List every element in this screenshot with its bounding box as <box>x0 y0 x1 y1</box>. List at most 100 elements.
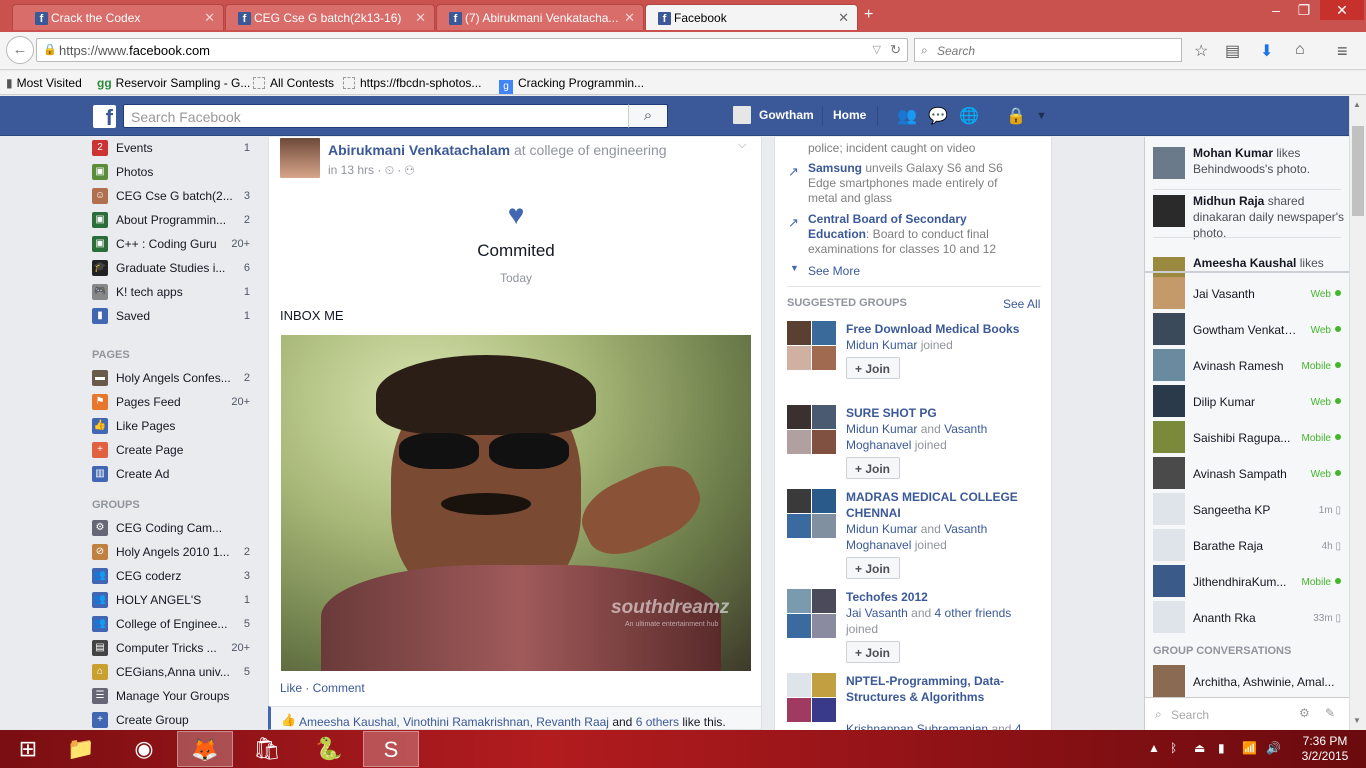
post-actions[interactable]: Like · Comment <box>280 681 365 695</box>
file-explorer-icon[interactable]: 📁 <box>53 731 109 767</box>
close-tab-icon[interactable]: ✕ <box>838 10 849 26</box>
skype-icon[interactable]: S <box>363 731 419 767</box>
group-conversation-item[interactable]: Architha, Ashwinie, Amal... <box>1153 665 1343 699</box>
firefox-icon[interactable]: 🦊 <box>177 731 233 767</box>
left-nav-group[interactable]: 👥 College of Enginee... 5 <box>88 613 254 633</box>
bookmark-all-contests[interactable]: All Contests <box>253 76 334 90</box>
system-clock[interactable]: 7:36 PM 3/2/2015 <box>1290 734 1360 764</box>
reload-icon[interactable]: ↻ <box>890 42 901 58</box>
post-photo[interactable]: southdreamz An ultimate entertainment hu… <box>281 335 751 671</box>
left-nav-page[interactable]: ▥ Create Ad <box>88 463 254 483</box>
restore-icon[interactable]: ❐ <box>1290 2 1318 19</box>
left-nav-group[interactable]: + Create Group <box>88 709 254 729</box>
bookmark-fbcdn[interactable]: https://fbcdn-sphotos... <box>343 76 481 90</box>
chat-friend[interactable]: Sangeetha KP 1m ▯ <box>1153 493 1343 527</box>
scroll-up-arrow-icon[interactable]: ▲ <box>1353 100 1361 109</box>
group-name-link[interactable]: Techofes 2012 <box>846 589 1036 605</box>
group-member-thumbnails[interactable] <box>787 321 837 371</box>
window-close-button[interactable]: ✕ <box>1320 0 1364 20</box>
left-nav-group[interactable]: 👥 HOLY ANGEL'S 1 <box>88 589 254 609</box>
friend-link[interactable]: 4 other friends <box>935 606 1012 620</box>
friend-link[interactable]: Midun Kumar <box>846 422 917 436</box>
volume-icon[interactable]: 🔊 <box>1266 741 1281 755</box>
left-nav-item[interactable]: ▮ Saved 1 <box>88 305 254 325</box>
left-nav-page[interactable]: 👍 Like Pages <box>88 415 254 435</box>
python-icon[interactable]: 🐍 <box>301 731 357 767</box>
group-member-thumbnails[interactable] <box>787 589 837 639</box>
likers-links[interactable]: Ameesha Kaushal, Vinothini Ramakrishnan,… <box>299 715 609 729</box>
group-member-thumbnails[interactable] <box>787 489 837 539</box>
scrollbar-thumb[interactable] <box>1352 126 1364 216</box>
browser-search-input[interactable]: ⌕ Search <box>914 38 1182 62</box>
group-member-thumbnails[interactable] <box>787 405 837 455</box>
bookmark-reservoir-sampling[interactable]: ɡɡ Reservoir Sampling - G... <box>97 76 250 90</box>
notifications-globe-icon[interactable]: 🌐 <box>959 106 979 126</box>
store-icon[interactable]: 🛍 <box>239 731 295 767</box>
battery-icon[interactable]: ▮ <box>1218 741 1225 755</box>
chat-friend[interactable]: Avinash Ramesh Mobile <box>1153 349 1343 383</box>
left-nav-group[interactable]: ⚙ CEG Coding Cam... <box>88 517 254 537</box>
account-menu-icon[interactable]: ▼ <box>1036 110 1047 122</box>
group-name-link[interactable]: MADRAS MEDICAL COLLEGE CHENNAI <box>846 489 1036 521</box>
close-tab-icon[interactable]: ✕ <box>415 10 426 26</box>
user-avatar-icon[interactable] <box>733 106 751 124</box>
back-button[interactable]: ← <box>6 36 34 64</box>
bookmark-star-icon[interactable]: ☆ <box>1194 41 1208 61</box>
messages-icon[interactable]: 💬 <box>928 106 948 126</box>
left-nav-item[interactable]: 🎓 Graduate Studies i... 6 <box>88 257 254 277</box>
friend-link[interactable]: 4 <box>1015 722 1022 730</box>
browser-tab[interactable]: f CEG Cse G batch(2k13-16) ✕ <box>225 4 435 30</box>
bluetooth-icon[interactable]: ᛒ <box>1170 741 1177 755</box>
friend-link[interactable]: Midun Kumar <box>846 522 917 536</box>
chat-friend[interactable]: JithendhiraKum... Mobile <box>1153 565 1343 599</box>
group-name-link[interactable]: Free Download Medical Books <box>846 321 1036 337</box>
group-member-thumbnails[interactable] <box>787 673 837 723</box>
new-tab-button[interactable]: + <box>864 6 873 24</box>
browser-tab[interactable]: f Crack the Codex ✕ <box>12 4 224 30</box>
show-hidden-icons-icon[interactable]: ▲ <box>1148 741 1160 755</box>
left-nav-item[interactable]: 2 Events 1 <box>88 137 254 157</box>
left-nav-page[interactable]: ⚑ Pages Feed 20+ <box>88 391 254 411</box>
left-nav-group[interactable]: ⌂ CEGians,Anna univ... 5 <box>88 661 254 681</box>
home-icon[interactable]: ⌂ <box>1295 41 1305 59</box>
friend-requests-icon[interactable]: 👥 <box>897 106 917 126</box>
left-nav-group[interactable]: ▤ Computer Tricks ... 20+ <box>88 637 254 657</box>
friend-link[interactable]: Midun Kumar <box>846 338 917 352</box>
facebook-search-input[interactable]: Search Facebook <box>123 104 668 128</box>
privacy-lock-icon[interactable]: 🔒 <box>1006 106 1026 126</box>
author-avatar[interactable] <box>280 138 320 178</box>
usb-icon[interactable]: ⏏ <box>1194 741 1205 755</box>
left-nav-item[interactable]: ▣ About Programmin... 2 <box>88 209 254 229</box>
left-nav-item[interactable]: ☺ CEG Cse G batch(2... 3 <box>88 185 254 205</box>
chat-search-input[interactable]: ⌕ Search ⚙ ✎ <box>1145 697 1349 730</box>
see-all-link[interactable]: See All <box>1003 297 1040 311</box>
compose-icon[interactable]: ✎ <box>1325 706 1335 720</box>
see-more-link[interactable]: See More <box>808 264 860 278</box>
post-timestamp[interactable]: in 13 hrs · ⏲ · ⚇ <box>328 163 414 178</box>
friend-link[interactable]: Krishnappan Subramanian <box>846 722 988 730</box>
left-nav-item[interactable]: ▣ C++ : Coding Guru 20+ <box>88 233 254 253</box>
close-tab-icon[interactable]: ✕ <box>624 10 635 26</box>
url-bar[interactable]: 🔒 https://www.facebook.com ▽ ↻ <box>36 38 908 62</box>
menu-icon[interactable]: ≡ <box>1337 41 1348 62</box>
dropdown-icon[interactable]: ▽ <box>873 43 881 56</box>
group-name-link[interactable]: NPTEL-Programming, Data-Structures & Alg… <box>846 673 1036 705</box>
join-group-button[interactable]: + Join <box>846 457 900 479</box>
chat-friend[interactable]: Dilip Kumar Web <box>1153 385 1343 419</box>
browser-tab[interactable]: f (7) Abirukmani Venkatacha... ✕ <box>436 4 644 30</box>
friend-link[interactable]: Jai Vasanth <box>846 606 908 620</box>
facebook-search-button[interactable]: ⌕ <box>628 104 668 128</box>
browser-tab-active[interactable]: f Facebook ✕ <box>645 4 858 30</box>
trending-item[interactable]: police; incident caught on video <box>808 141 1051 156</box>
bookmark-cracking-programming[interactable]: g Cracking Programmin... <box>499 76 644 94</box>
group-name-link[interactable]: SURE SHOT PG <box>846 405 1036 421</box>
chat-friend[interactable]: Jai Vasanth Web <box>1153 277 1343 311</box>
left-nav-page[interactable]: + Create Page <box>88 439 254 459</box>
left-nav-group[interactable]: ⊘ Holy Angels 2010 1... 2 <box>88 541 254 561</box>
chat-friend[interactable]: Barathe Raja 4h ▯ <box>1153 529 1343 563</box>
profile-link[interactable]: Gowtham <box>759 108 814 122</box>
bookmark-most-visited[interactable]: ▮ Most Visited <box>6 76 82 90</box>
trending-item[interactable]: Central Board of Secondary Education: Bo… <box>808 212 1018 257</box>
join-group-button[interactable]: + Join <box>846 357 900 379</box>
chat-friend[interactable]: Ananth Rka 33m ▯ <box>1153 601 1343 635</box>
